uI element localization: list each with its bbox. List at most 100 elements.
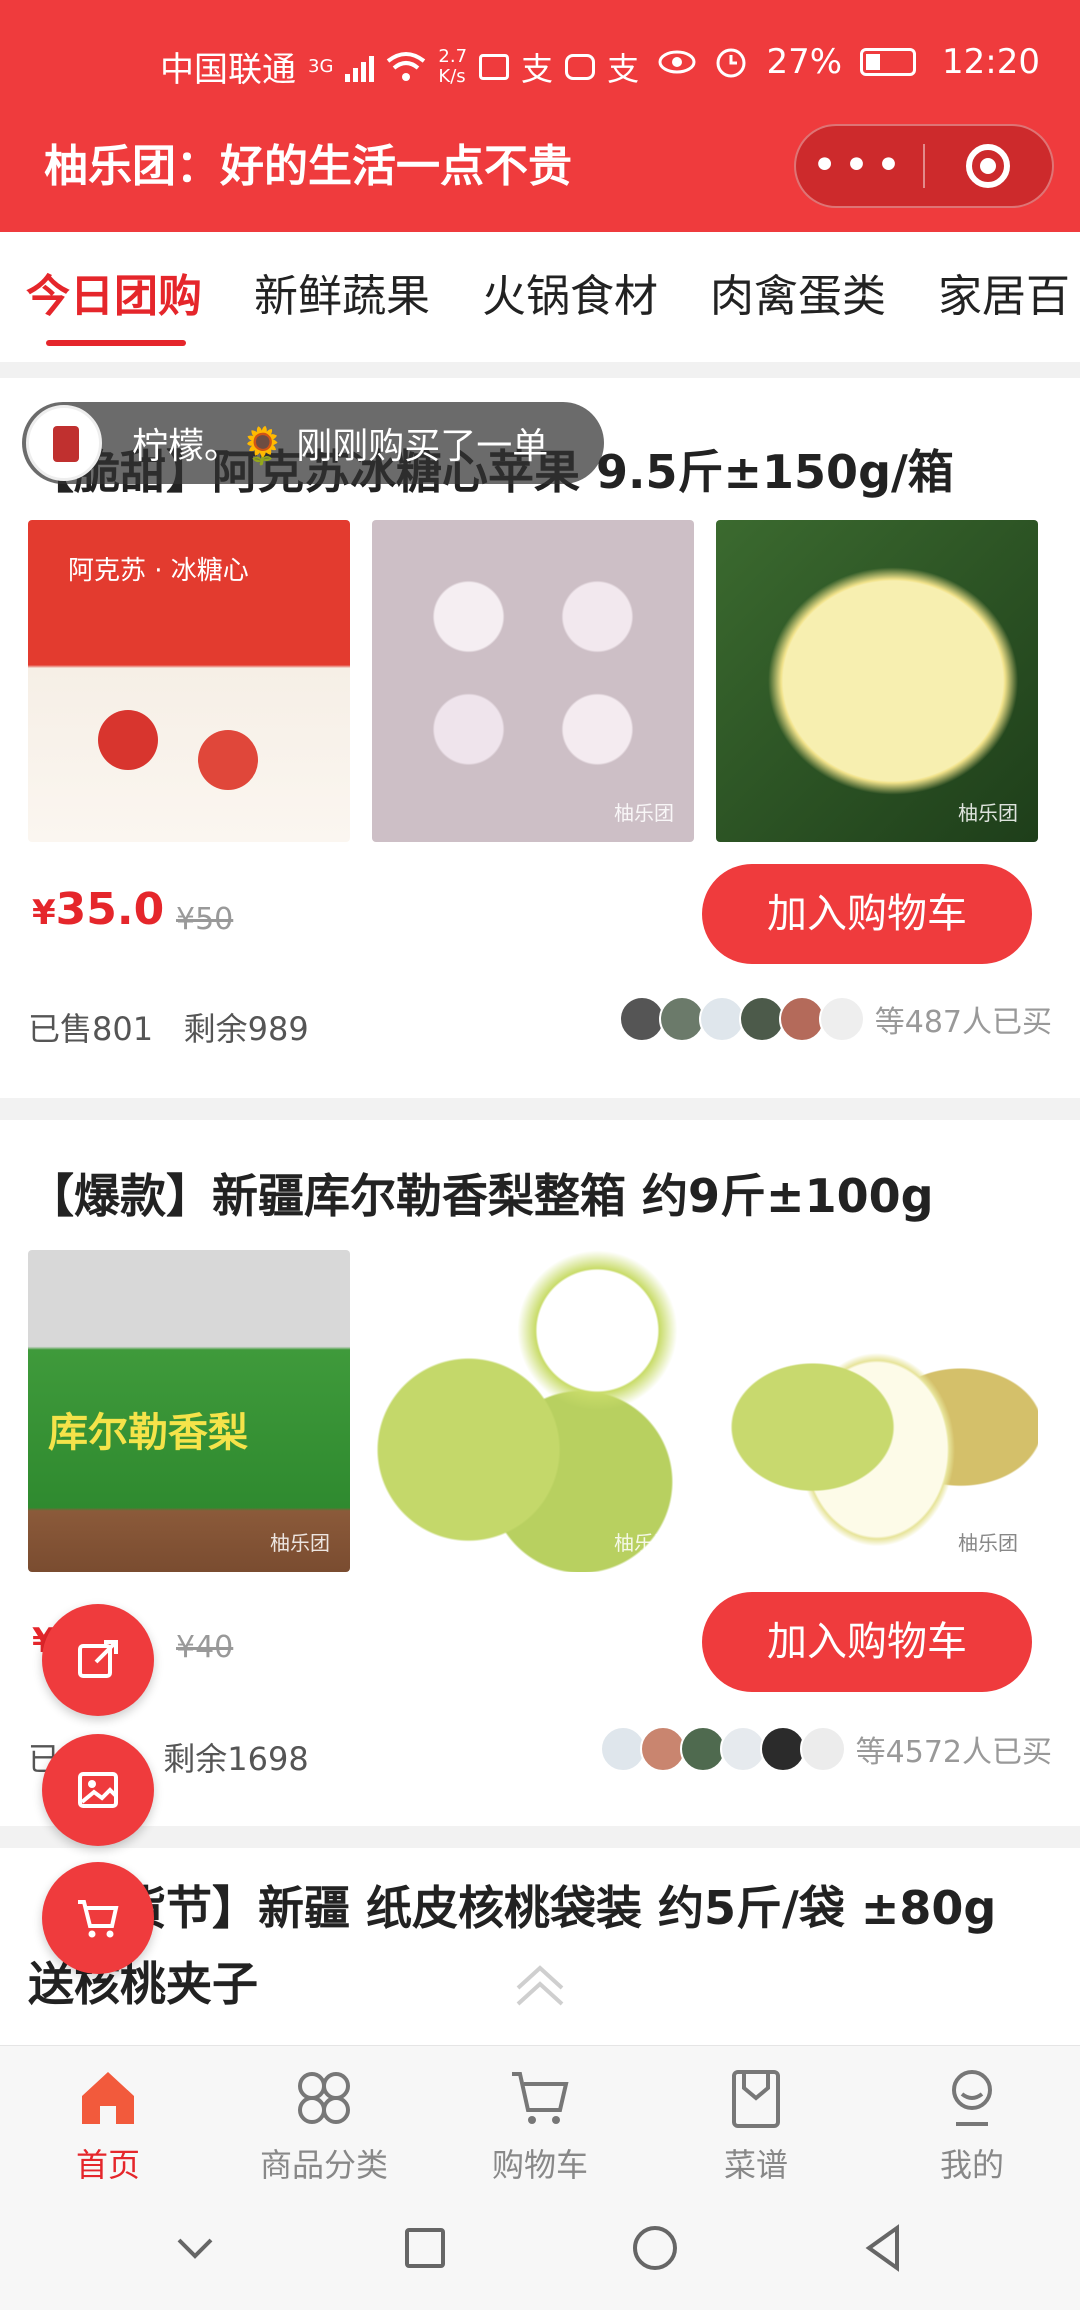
product-title[interactable]: 【爆款】新疆库尔勒香梨整箱 约9斤±100g: [28, 1158, 1048, 1234]
alipay-icon: 支: [607, 49, 640, 88]
back-icon[interactable]: [857, 2220, 913, 2276]
apple-shape: [98, 710, 158, 770]
product-card: 【爆款】新疆库尔勒香梨整箱 约9斤±100g 库尔勒香梨 柚乐团 柚乐团 柚乐团…: [0, 1120, 1080, 1826]
poster-button[interactable]: [42, 1734, 154, 1846]
watermark: 柚乐团: [958, 801, 1018, 825]
watermark: 柚乐团: [270, 1531, 330, 1555]
nav-label: 菜谱: [723, 2146, 788, 2184]
tab-today-group-buy[interactable]: 今日团购: [0, 232, 228, 362]
carrier-label: 中国联通: [160, 50, 296, 90]
toast-text: 柠檬。🌻 刚刚购买了一单: [132, 426, 549, 467]
watermark: 柚乐团: [614, 801, 674, 825]
bottom-navigation: 首页 商品分类 购物车 菜谱 我的: [0, 2045, 1080, 2185]
cart-icon: [512, 2072, 569, 2124]
recent-apps-icon[interactable]: [397, 2220, 453, 2276]
home-icon: [82, 2072, 134, 2124]
avatar: [698, 996, 745, 1042]
alarm-icon: [716, 48, 746, 78]
currency-symbol: ¥: [32, 893, 56, 933]
profile-icon: [952, 2070, 992, 2126]
wifi-icon: [387, 51, 426, 81]
add-to-cart-button[interactable]: 加入购物车: [702, 864, 1032, 964]
apple-shape: [198, 730, 258, 790]
box-label: 库尔勒香梨: [48, 1410, 248, 1456]
avatar: [679, 1726, 726, 1772]
close-miniprogram-button[interactable]: [925, 144, 1052, 188]
nav-label: 首页: [75, 2146, 140, 2184]
avatar: [738, 996, 785, 1042]
tab-meat-eggs[interactable]: 肉禽蛋类: [684, 232, 912, 362]
more-button[interactable]: •••: [796, 131, 923, 201]
purchase-toast: 柠檬。🌻 刚刚购买了一单: [22, 402, 604, 484]
sale-price: ¥35.0: [32, 884, 164, 935]
cart-float-button[interactable]: [42, 1862, 154, 1974]
avatar: [618, 996, 665, 1042]
target-icon: [966, 144, 1011, 188]
buyer-avatars[interactable]: 等487人已买: [618, 996, 1052, 1042]
box-label: 阿克苏 · 冰糖心: [68, 556, 249, 586]
alipay-icon: 支: [521, 49, 554, 88]
price-value: 35.0: [55, 884, 165, 935]
product-image[interactable]: 柚乐团: [372, 1250, 694, 1572]
share-button[interactable]: [42, 1604, 154, 1716]
nav-label: 我的: [939, 2146, 1004, 2184]
recipe-icon: [732, 2070, 780, 2128]
watermark: 柚乐团: [614, 1531, 674, 1555]
network-speed: 2.7 K/s: [438, 45, 468, 87]
nav-category[interactable]: 商品分类: [216, 2046, 432, 2185]
product-image[interactable]: 阿克苏 · 冰糖心: [28, 520, 350, 842]
nav-profile[interactable]: 我的: [864, 2046, 1080, 2185]
buyers-count: 等4572人已买: [855, 1735, 1052, 1770]
nav-label: 商品分类: [259, 2146, 388, 2184]
chevron-down-icon[interactable]: [167, 2220, 223, 2276]
avatar: [818, 996, 865, 1042]
nav-home[interactable]: 首页: [0, 2046, 216, 2185]
network-label: 3G: [308, 56, 334, 77]
nav-cart[interactable]: 购物车: [432, 2046, 648, 2185]
battery-percent: 27%: [766, 42, 843, 82]
eye-icon: [658, 50, 696, 74]
page-title: 柚乐团：好的生活一点不贵: [44, 141, 572, 192]
product-card: 【年货节】新疆 纸皮核桃袋装 约5斤/袋 ±80g 送核桃夹子: [0, 1848, 1080, 2045]
avatar: [759, 1726, 806, 1772]
signal-icon: [345, 52, 375, 82]
buyer-avatars[interactable]: 等4572人已买: [599, 1726, 1052, 1772]
clock: 12:20: [942, 42, 1040, 82]
avatar: [719, 1726, 766, 1772]
add-to-cart-button[interactable]: 加入购物车: [702, 1592, 1032, 1692]
scroll-up-icon[interactable]: [510, 1960, 570, 2010]
tab-fresh-produce[interactable]: 新鲜蔬果: [228, 232, 456, 362]
cart-icon: [78, 1900, 119, 1938]
avatar: [599, 1726, 646, 1772]
hand-icon: [565, 53, 596, 80]
avatar: [26, 405, 102, 481]
avatar: [799, 1726, 846, 1772]
status-bar: 中国联通 3G 2.7 K/s 支 支 27% 12:20: [0, 30, 1080, 100]
tab-hotpot[interactable]: 火锅食材: [456, 232, 684, 362]
nav-recipe[interactable]: 菜谱: [648, 2046, 864, 2185]
app-header: 中国联通 3G 2.7 K/s 支 支 27% 12:20 柚乐团：好的生活一点…: [0, 0, 1080, 232]
product-image[interactable]: 柚乐团: [372, 520, 694, 842]
category-tabs: 今日团购 新鲜蔬果 火锅食材 肉禽蛋类 家居百: [0, 232, 1080, 362]
home-button-icon[interactable]: [627, 2220, 683, 2276]
product-image[interactable]: 柚乐团: [716, 520, 1038, 842]
product-image[interactable]: 柚乐团: [716, 1250, 1038, 1572]
system-navigation: [0, 2185, 1080, 2310]
product-images: 库尔勒香梨 柚乐团 柚乐团 柚乐团: [28, 1250, 1038, 1572]
watermark: 柚乐团: [958, 1531, 1018, 1555]
remaining-label: 剩余1698: [163, 1740, 309, 1778]
tab-home[interactable]: 家居百: [912, 232, 1080, 362]
avatar: [658, 996, 705, 1042]
battery-icon: [860, 48, 917, 76]
category-icon: [298, 2072, 350, 2124]
share-icon: [78, 1640, 118, 1678]
original-price: ¥40: [176, 1630, 234, 1665]
miniprogram-capsule: •••: [794, 124, 1054, 208]
avatar: [778, 996, 825, 1042]
card-separator: [0, 1826, 1080, 1848]
avatar: [639, 1726, 686, 1772]
remaining-label: 剩余989: [183, 1010, 309, 1048]
product-image[interactable]: 库尔勒香梨 柚乐团: [28, 1250, 350, 1572]
sold-count: 已售801 剩余989: [28, 1004, 309, 1050]
sold-label: 已售801: [28, 1010, 154, 1048]
